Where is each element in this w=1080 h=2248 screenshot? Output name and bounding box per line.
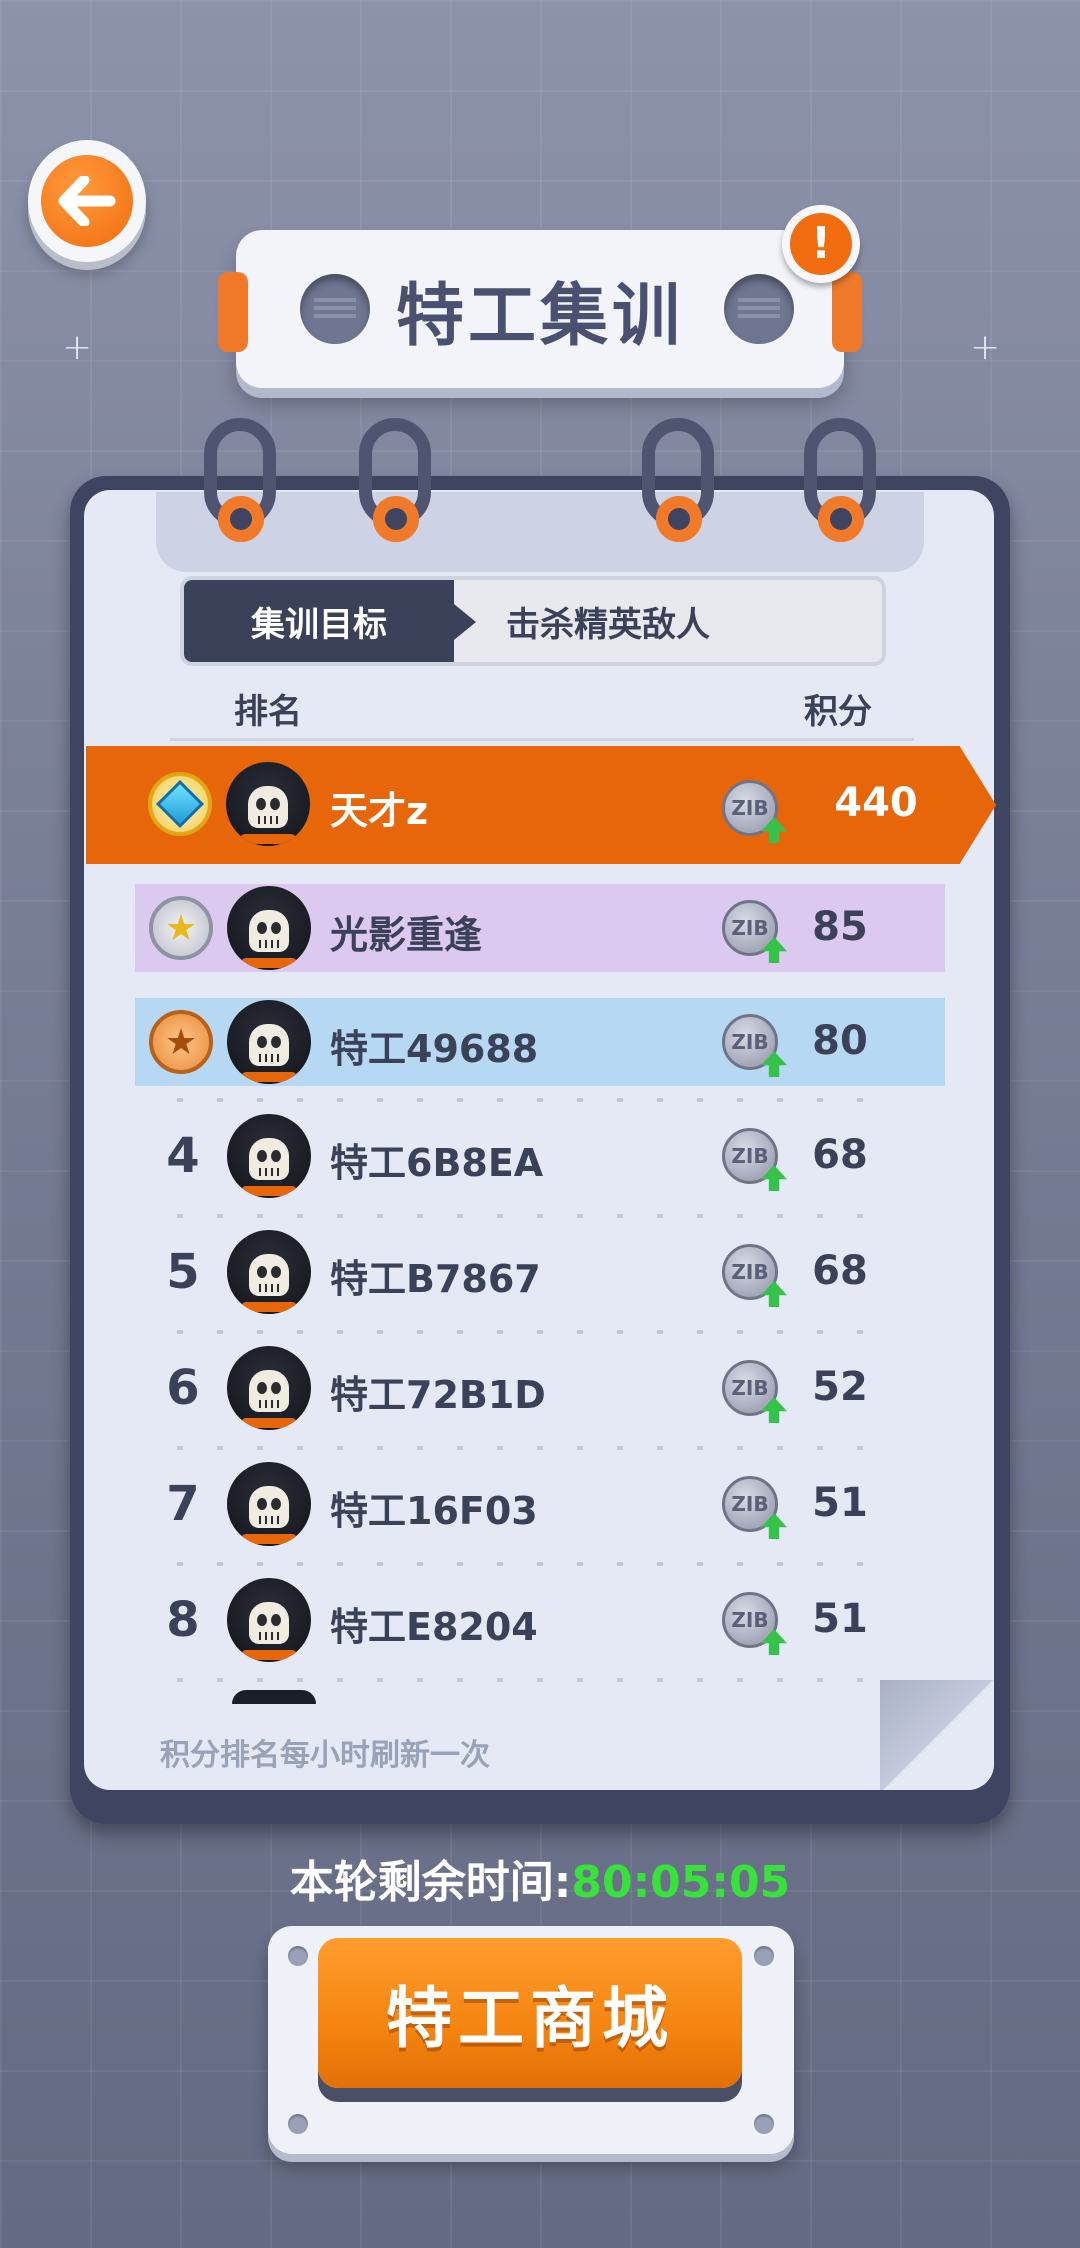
zib-coin-icon: ZIB bbox=[722, 1128, 787, 1191]
player-score: 51 bbox=[812, 1596, 868, 1642]
bolt-icon bbox=[754, 2114, 774, 2134]
row-separator bbox=[160, 1330, 890, 1334]
player-name: 天才z bbox=[330, 789, 429, 833]
player-score: 52 bbox=[812, 1364, 868, 1410]
avatar bbox=[227, 1114, 311, 1198]
zib-coin-icon: ZIB bbox=[722, 780, 787, 843]
leaderboard-row-4[interactable]: 4 特工6B8EA ZIB 68 bbox=[135, 1112, 945, 1200]
avatar bbox=[227, 1462, 311, 1546]
tab-kill-elite-enemies[interactable]: 击杀精英敌人 bbox=[454, 580, 882, 662]
refresh-note: 积分排名每小时刷新一次 bbox=[160, 1738, 490, 1773]
exclamation-icon: ! bbox=[790, 213, 852, 275]
avatar bbox=[227, 1346, 311, 1430]
page-curl bbox=[880, 1680, 994, 1790]
avatar bbox=[227, 1578, 311, 1662]
bolt-icon bbox=[754, 1946, 774, 1966]
title-plate: 特工集训 bbox=[218, 230, 862, 388]
player-name: 特工E8204 bbox=[330, 1605, 538, 1649]
rank-number: 6 bbox=[166, 1360, 200, 1416]
zib-coin-icon: ZIB bbox=[722, 1476, 787, 1539]
player-score: 440 bbox=[834, 780, 918, 826]
leaderboard-row-8[interactable]: 8 特工E8204 ZIB 51 bbox=[135, 1576, 945, 1664]
training-tabs: 集训目标 击杀精英敌人 bbox=[180, 576, 886, 666]
player-score: 85 bbox=[812, 904, 868, 950]
back-button[interactable] bbox=[28, 140, 146, 262]
binder-ring-icon bbox=[355, 418, 435, 548]
rank-number: 7 bbox=[166, 1476, 200, 1532]
agent-shop-button[interactable]: 特工商城 bbox=[318, 1938, 742, 2088]
page-title: 特工集训 bbox=[395, 277, 684, 356]
player-name: 特工16F03 bbox=[330, 1489, 538, 1533]
row-separator bbox=[160, 1678, 890, 1682]
rank-column-header: 排名 bbox=[234, 692, 302, 732]
binder-ring-icon bbox=[638, 418, 718, 548]
player-score: 68 bbox=[812, 1132, 868, 1178]
avatar bbox=[227, 1000, 311, 1084]
player-score: 80 bbox=[812, 1018, 868, 1064]
binder-ring-icon bbox=[200, 418, 280, 548]
rank-number: 4 bbox=[166, 1128, 200, 1184]
back-arrow-icon bbox=[58, 176, 116, 226]
binder-ring-icon bbox=[800, 418, 880, 548]
bolt-icon bbox=[288, 1946, 308, 1966]
silver-medal-icon: ★ bbox=[149, 896, 213, 960]
leaderboard-row-1[interactable]: 天才z ZIB 440 bbox=[86, 746, 996, 864]
avatar bbox=[232, 1690, 316, 1704]
score-column-header: 积分 bbox=[804, 692, 872, 732]
sparkle-icon: + bbox=[62, 327, 93, 368]
row-separator bbox=[160, 1214, 890, 1218]
header-divider bbox=[170, 738, 914, 741]
row-separator bbox=[160, 1446, 890, 1450]
zib-coin-icon: ZIB bbox=[722, 1360, 787, 1423]
player-name: 光影重逢 bbox=[330, 913, 483, 957]
row-separator bbox=[160, 1098, 890, 1102]
leaderboard-row-7[interactable]: 7 特工16F03 ZIB 51 bbox=[135, 1460, 945, 1548]
player-name: 特工B7867 bbox=[330, 1257, 541, 1301]
leaderboard-row-6[interactable]: 6 特工72B1D ZIB 52 bbox=[135, 1344, 945, 1432]
player-name: 特工6B8EA bbox=[330, 1141, 544, 1185]
player-score: 68 bbox=[812, 1248, 868, 1294]
sparkle-icon: + bbox=[970, 327, 1001, 368]
leaderboard-row-2[interactable]: ★ 光影重逢 ZIB 85 bbox=[135, 884, 945, 972]
rank-number: 5 bbox=[166, 1244, 200, 1300]
avatar bbox=[227, 1230, 311, 1314]
timer-label: 本轮剩余时间: bbox=[289, 1857, 572, 1908]
round-timer: 本轮剩余时间:80:05:05 bbox=[0, 1846, 1080, 1910]
info-button[interactable]: ! bbox=[782, 205, 860, 283]
player-name: 特工49688 bbox=[330, 1027, 539, 1071]
leaderboard-row-3[interactable]: ★ 特工49688 ZIB 80 bbox=[135, 998, 945, 1086]
rank-number: 8 bbox=[166, 1592, 200, 1648]
diamond-medal-icon bbox=[148, 772, 212, 836]
zib-coin-icon: ZIB bbox=[722, 900, 787, 963]
leaderboard-row-5[interactable]: 5 特工B7867 ZIB 68 bbox=[135, 1228, 945, 1316]
row-separator bbox=[160, 1562, 890, 1566]
zib-coin-icon: ZIB bbox=[722, 1244, 787, 1307]
tab-training-goal[interactable]: 集训目标 bbox=[184, 580, 476, 662]
zib-coin-icon: ZIB bbox=[722, 1592, 787, 1655]
avatar bbox=[227, 886, 311, 970]
player-score: 51 bbox=[812, 1480, 868, 1526]
zib-coin-icon: ZIB bbox=[722, 1014, 787, 1077]
timer-value: 80:05:05 bbox=[571, 1857, 791, 1908]
bolt-icon bbox=[288, 2114, 308, 2134]
bronze-medal-icon: ★ bbox=[149, 1010, 213, 1074]
player-name: 特工72B1D bbox=[330, 1373, 546, 1417]
avatar bbox=[226, 762, 310, 846]
